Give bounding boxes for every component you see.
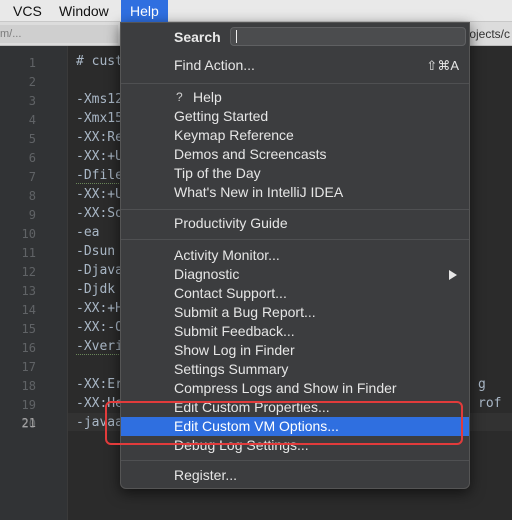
menu-separator <box>121 83 469 84</box>
menu-item-compress-logs[interactable]: Compress Logs and Show in Finder <box>121 379 469 398</box>
code-line: -Dsun <box>76 244 116 259</box>
code-line: -Xms12 <box>76 92 123 107</box>
menu-item-show-log-in-finder[interactable]: Show Log in Finder <box>121 341 469 360</box>
menu-item-demos[interactable]: Demos and Screencasts <box>121 145 469 164</box>
question-icon: ? <box>176 90 183 104</box>
menu-item-whats-new[interactable]: What's New in IntelliJ IDEA <box>121 183 469 202</box>
menu-item-diagnostic[interactable]: Diagnostic <box>121 265 469 284</box>
menu-item-label: Edit Custom VM Options... <box>174 418 339 434</box>
line-number: 14 <box>21 303 36 317</box>
menu-item-label: Show Log in Finder <box>174 342 295 358</box>
menu-item-edit-custom-vm-options[interactable]: Edit Custom VM Options... <box>121 417 469 436</box>
menu-item-label: What's New in IntelliJ IDEA <box>174 184 344 200</box>
menu-separator <box>121 460 469 461</box>
help-menu-dropdown: Search Find Action... ⇧⌘A ? Help Getting… <box>120 22 470 489</box>
code-line: -Djava <box>76 263 123 278</box>
search-input[interactable] <box>230 27 466 46</box>
line-number: 16 <box>21 341 36 355</box>
menu-item-submit-bug-report[interactable]: Submit a Bug Report... <box>121 303 469 322</box>
code-line: -Xmx15 <box>76 111 123 126</box>
line-number: 17 <box>21 360 36 374</box>
line-number: 13 <box>21 284 36 298</box>
menu-item-debug-log-settings[interactable]: Debug Log Settings... <box>121 436 469 455</box>
menu-item-label: Keymap Reference <box>174 127 294 143</box>
menu-bar: VCS Window Help <box>0 0 512 22</box>
menu-item-label: Register... <box>174 467 238 483</box>
breadcrumb-path: ojects/c <box>469 27 510 41</box>
menu-window[interactable]: Window <box>53 0 115 22</box>
menu-item-submit-feedback[interactable]: Submit Feedback... <box>121 322 469 341</box>
line-number: 12 <box>21 265 36 279</box>
menu-item-tip-of-the-day[interactable]: Tip of the Day <box>121 164 469 183</box>
code-line: -Xveri <box>76 339 123 355</box>
menu-item-edit-custom-properties[interactable]: Edit Custom Properties... <box>121 398 469 417</box>
line-number: 1 <box>28 56 36 70</box>
menu-item-label: Submit Feedback... <box>174 323 295 339</box>
line-number: 15 <box>21 322 36 336</box>
code-line: -Djdk <box>76 282 116 297</box>
menu-item-label: Productivity Guide <box>174 215 288 231</box>
menu-item-settings-summary[interactable]: Settings Summary <box>121 360 469 379</box>
menu-item-label: Compress Logs and Show in Finder <box>174 380 397 396</box>
search-label: Search <box>174 29 221 45</box>
menu-item-getting-started[interactable]: Getting Started <box>121 107 469 126</box>
menu-item-find-action[interactable]: Find Action... ⇧⌘A <box>121 56 469 75</box>
code-line: -XX:+U <box>76 149 123 164</box>
menu-item-contact-support[interactable]: Contact Support... <box>121 284 469 303</box>
menu-item-label: Debug Log Settings... <box>174 437 309 453</box>
line-number: 2 <box>28 75 36 89</box>
line-number-gutter: 1 2 3 4 5 6 7 8 9 10 11 12 13 14 15 16 1… <box>0 46 68 520</box>
code-line: -XX:He <box>76 396 123 411</box>
menu-item-label: Demos and Screencasts <box>174 146 327 162</box>
line-number: 6 <box>28 151 36 165</box>
line-number: 3 <box>28 94 36 108</box>
menu-item-activity-monitor[interactable]: Activity Monitor... <box>121 246 469 265</box>
line-number: 7 <box>28 170 36 184</box>
menu-item-register[interactable]: Register... <box>121 466 469 485</box>
code-line: # cust <box>76 54 123 69</box>
menu-item-keymap-reference[interactable]: Keymap Reference <box>121 126 469 145</box>
menu-item-productivity-guide[interactable]: Productivity Guide <box>121 214 469 233</box>
code-line: -Dfile <box>76 168 123 184</box>
menu-item-label: Help <box>193 89 222 105</box>
text-caret <box>236 30 237 43</box>
menu-vcs[interactable]: VCS <box>7 0 48 22</box>
code-line-current: -javaa <box>76 415 123 430</box>
menu-item-label: Tip of the Day <box>174 165 261 181</box>
code-line: -XX:Er <box>76 377 123 392</box>
line-number: 9 <box>28 208 36 222</box>
line-number-current: 21 <box>21 416 36 430</box>
line-number: 10 <box>21 227 36 241</box>
menu-item-label: Getting Started <box>174 108 269 124</box>
line-number: 18 <box>21 379 36 393</box>
menu-item-label: Settings Summary <box>174 361 289 377</box>
code-line: -XX:+H <box>76 301 123 316</box>
menu-item-label: Submit a Bug Report... <box>174 304 316 320</box>
submenu-arrow-icon <box>449 270 457 280</box>
menu-item-label: Contact Support... <box>174 285 287 301</box>
menu-separator <box>121 239 469 240</box>
code-line: -XX:-O <box>76 320 123 335</box>
menu-item-label: Activity Monitor... <box>174 247 280 263</box>
code-line: -XX:So <box>76 206 123 221</box>
menu-item-label: Find Action... <box>174 57 255 73</box>
line-number: 19 <box>21 398 36 412</box>
line-number: 4 <box>28 113 36 127</box>
editor-tab[interactable]: m/... <box>0 25 118 43</box>
menu-item-help[interactable]: ? Help <box>121 88 469 107</box>
code-fragment: g <box>478 377 486 392</box>
code-line: -XX:+U <box>76 187 123 202</box>
line-number: 11 <box>21 246 36 260</box>
line-number: 5 <box>28 132 36 146</box>
menu-item-label: Edit Custom Properties... <box>174 399 330 415</box>
code-line: -ea <box>76 225 100 240</box>
code-line: -XX:Re <box>76 130 123 145</box>
menu-help[interactable]: Help <box>121 0 168 22</box>
line-number: 8 <box>28 189 36 203</box>
code-fragment: rof <box>478 396 502 411</box>
shortcut-label: ⇧⌘A <box>426 58 459 73</box>
menu-separator <box>121 209 469 210</box>
menu-item-label: Diagnostic <box>174 266 240 282</box>
